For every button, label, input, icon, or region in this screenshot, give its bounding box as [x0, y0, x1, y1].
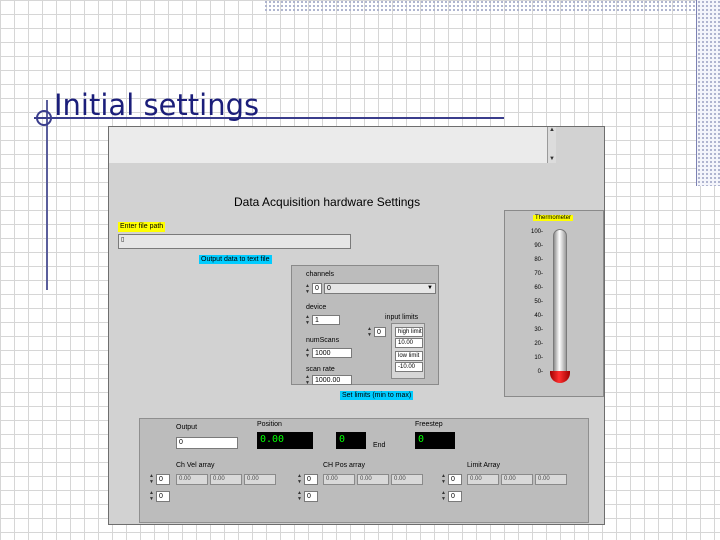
channels-index[interactable]: 0: [312, 283, 322, 294]
file-path-input[interactable]: ▯: [118, 234, 351, 249]
output-index: 0: [179, 439, 183, 446]
array-label: Limit Array: [467, 462, 501, 469]
array-index-top[interactable]: 0: [156, 474, 170, 485]
high-limit-input[interactable]: 10.00: [395, 338, 423, 348]
input-limits-label: input limits: [385, 314, 419, 321]
num-scans-stepper[interactable]: ▲ ▼: [304, 347, 311, 359]
thermometer-label: Thermometer: [533, 215, 574, 221]
thermometer-tick: 20-: [534, 341, 543, 347]
thermometer-tube: [553, 229, 567, 379]
thermometer-tick: 0-: [537, 369, 543, 375]
array-cell[interactable]: 0.00: [501, 474, 533, 485]
input-limits-index[interactable]: 0: [374, 327, 386, 337]
array-index-top[interactable]: 0: [304, 474, 318, 485]
array-index-stepper[interactable]: ▲ ▼: [440, 490, 447, 502]
output-label: Output: [176, 424, 198, 431]
scan-rate-stepper[interactable]: ▲ ▼: [304, 374, 311, 386]
array-cell[interactable]: 0.00: [467, 474, 499, 485]
array-index-stepper[interactable]: ▲ ▼: [148, 490, 155, 502]
array-index-stepper[interactable]: ▲ ▼: [296, 473, 303, 485]
array-index-stepper[interactable]: ▲ ▼: [440, 473, 447, 485]
motion-control-block: Output 0 Position 0.00 0 End Freestep 0 …: [139, 418, 589, 523]
channels-stepper[interactable]: ▲ ▼: [304, 283, 311, 295]
thermometer-tick: 50-: [534, 299, 543, 305]
array-index-top[interactable]: 0: [448, 474, 462, 485]
channels-list-value: 0: [327, 285, 331, 292]
device-input[interactable]: 1: [312, 315, 340, 325]
array-index-stepper[interactable]: ▲ ▼: [148, 473, 155, 485]
thermometer-tick: 40-: [534, 313, 543, 319]
array-label: Ch Vel array: [176, 462, 215, 469]
end-label: End: [373, 442, 386, 449]
array-label: CH Pos array: [323, 462, 366, 469]
scan-rate-label: scan rate: [306, 366, 335, 373]
array-cell[interactable]: 0.00: [391, 474, 423, 485]
dropdown-icon[interactable]: ▼: [427, 284, 433, 293]
thermometer-panel: Thermometer 100- 90- 80- 70- 60- 50- 40- 30- 20-…: [504, 210, 604, 397]
num-scans-input[interactable]: 1000: [312, 348, 352, 358]
slide-vertical-line: [46, 100, 48, 290]
output-field[interactable]: 0: [176, 437, 238, 449]
input-limits-stepper[interactable]: ▲ ▼: [366, 326, 373, 338]
freestep-indicator: 0: [415, 432, 455, 449]
array-index-bottom[interactable]: 0: [156, 491, 170, 502]
thermometer-tick: 90-: [534, 243, 543, 249]
scroll-down-icon[interactable]: ▼: [548, 156, 556, 163]
array-index-stepper[interactable]: ▲ ▼: [296, 490, 303, 502]
array-index-bottom[interactable]: 0: [304, 491, 318, 502]
output-to-text-file-button[interactable]: Output data to text file: [199, 255, 272, 264]
freestep-label: Freestep: [415, 421, 443, 428]
array-cell[interactable]: 0.00: [176, 474, 208, 485]
position-label: Position: [257, 421, 282, 428]
device-stepper[interactable]: ▲ ▼: [304, 314, 311, 326]
array-cell[interactable]: 0.00: [244, 474, 276, 485]
slide-title: Initial settings: [54, 88, 260, 122]
thermometer-bulb: [550, 371, 570, 383]
vertical-scrollbar[interactable]: ▲ ▼: [547, 127, 556, 163]
status-band: [109, 127, 547, 163]
thermometer-tick: 70-: [534, 271, 543, 277]
high-limit-label: high limit: [395, 327, 423, 337]
thermometer-tick: 100-: [530, 229, 543, 235]
scan-rate-input[interactable]: 1000.00: [312, 375, 352, 385]
hardware-subpanel: channels ▲ ▼ 0 0 ▼ device ▲ ▼ 1 numScans ▲…: [291, 265, 439, 386]
channels-input[interactable]: 0 ▼: [324, 283, 436, 294]
low-limit-label: low limit: [395, 351, 423, 361]
thermometer-tick: 60-: [534, 285, 543, 291]
slide-right-band: [696, 0, 720, 186]
file-path-label: Enter file path: [118, 222, 166, 232]
vi-heading: Data Acquisition hardware Settings: [234, 195, 421, 209]
thermometer-tick: 30-: [534, 327, 543, 333]
mid-indicator: 0: [336, 432, 366, 449]
array-cell[interactable]: 0.00: [535, 474, 567, 485]
array-cell[interactable]: 0.00: [210, 474, 242, 485]
channels-label: channels: [306, 271, 335, 278]
scroll-up-icon[interactable]: ▲: [548, 127, 556, 134]
array-cell[interactable]: 0.00: [357, 474, 389, 485]
num-scans-label: numScans: [306, 337, 340, 344]
browse-icon[interactable]: ▯: [121, 237, 124, 243]
thermometer-tick: 10-: [534, 355, 543, 361]
array-cell[interactable]: 0.00: [323, 474, 355, 485]
set-limits-button[interactable]: Set limits (min to max): [340, 391, 414, 400]
thermometer-tick: 80-: [534, 257, 543, 263]
vi-front-panel: ▲ ▼ Data Acquisition hardware Settings E…: [108, 126, 605, 525]
low-limit-input[interactable]: -10.00: [395, 362, 423, 372]
input-limits-cluster: high limit 10.00 low limit -10.00: [391, 323, 425, 379]
slide-top-band: [264, 0, 720, 12]
array-index-bottom[interactable]: 0: [448, 491, 462, 502]
position-indicator: 0.00: [257, 432, 313, 449]
device-label: device: [306, 304, 327, 311]
